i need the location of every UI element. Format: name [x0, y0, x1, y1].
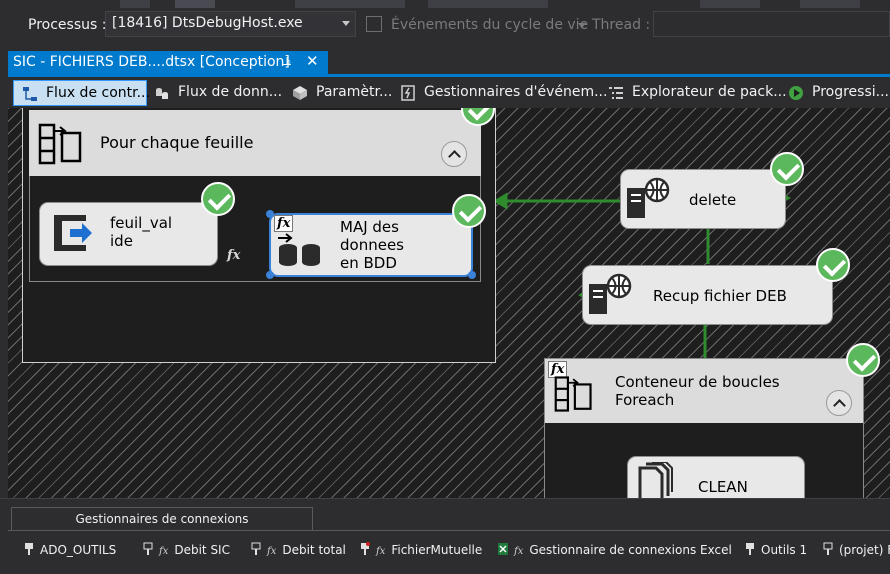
plug-icon	[143, 542, 153, 555]
success-check-icon	[201, 182, 235, 216]
close-icon[interactable]: ✕	[306, 52, 319, 70]
file-system-task-icon	[638, 462, 673, 498]
task-label: feuil_val ide	[110, 214, 173, 250]
success-check-icon	[846, 343, 880, 377]
connection-label: Outils 1	[761, 543, 808, 557]
container-title: Conteneur de boucles Foreach	[615, 373, 780, 409]
connection-item-ado-outils[interactable]: ADO_OUTILS	[24, 542, 116, 560]
chevron-down-icon[interactable]	[578, 23, 586, 28]
connection-label: Debit SIC	[174, 543, 230, 557]
data-flow-icon	[156, 88, 168, 99]
collapse-chevron-icon[interactable]	[441, 141, 467, 167]
constraint-arrow	[493, 192, 508, 210]
connection-label: FichierMutuelle	[391, 543, 483, 557]
plug-icon	[25, 543, 33, 555]
control-flow-icon	[23, 87, 37, 101]
connection-item-projet[interactable]: (projet) F	[823, 542, 890, 560]
expression-fx-icon: fx	[514, 546, 524, 557]
selection-handle[interactable]	[266, 271, 274, 279]
tab-data-flow[interactable]: Flux de donn...	[146, 80, 283, 106]
tab-label: Paramètr...	[316, 84, 393, 100]
collapse-chevron-icon[interactable]	[826, 390, 852, 416]
connection-label: ADO_OUTILS	[40, 543, 117, 557]
process-dropdown[interactable]: [18416] DtsDebugHost.exe	[105, 11, 356, 37]
selection-handle[interactable]	[266, 210, 274, 218]
selection-handle[interactable]	[468, 271, 476, 279]
tab-event-handlers[interactable]: Gestionnaires d'événem...	[392, 80, 607, 106]
plug-icon	[746, 543, 754, 555]
tab-label: Progressi...	[812, 84, 889, 100]
foreach-loop-icon	[38, 123, 82, 165]
process-label: Processus :	[28, 17, 107, 33]
connection-item-excel[interactable]: fx Gestionnaire de connexions Excel	[498, 542, 732, 560]
tab-parameters[interactable]: Paramètr...	[284, 80, 394, 106]
thread-label: Thread :	[592, 17, 651, 33]
tab-label: Explorateur de pack...	[632, 84, 787, 100]
tab-label: Flux de donn...	[178, 84, 283, 100]
toolbar-combo[interactable]	[295, 0, 405, 8]
tab-progress[interactable]: Progressi...	[780, 80, 890, 106]
toolbar-button[interactable]	[700, 0, 760, 8]
expression-fx-icon: fx	[376, 546, 386, 557]
script-task-icon	[54, 215, 92, 251]
excel-icon	[498, 543, 508, 555]
success-check-icon	[452, 194, 486, 228]
task-label: Recup fichier DEB	[653, 287, 787, 305]
thread-dropdown[interactable]	[653, 11, 890, 37]
connection-item-fichier-mutuelle[interactable]: fx FichierMutuelle	[360, 542, 482, 560]
foreach-loop-icon	[554, 376, 592, 412]
document-tab-title: SIC - FICHIERS DEB....dtsx [Conception]	[13, 54, 290, 70]
event-handlers-icon	[401, 85, 415, 101]
expression-fx-icon: fx	[159, 546, 169, 557]
tab-label: Flux de contr...	[46, 85, 150, 101]
ftp-task-icon	[627, 177, 670, 218]
expression-fx-icon: fx	[227, 248, 241, 263]
plug-icon	[251, 542, 261, 555]
parameters-icon	[293, 86, 307, 100]
expression-fx-icon: fx	[267, 546, 277, 557]
pin-icon[interactable]: ⫡	[283, 54, 291, 69]
toolbar-button[interactable]	[120, 0, 150, 8]
task-label: MAJ des donnees en BDD	[340, 218, 404, 272]
container-header[interactable]	[29, 110, 481, 176]
toolbar-button[interactable]	[175, 0, 215, 8]
chevron-down-icon	[342, 21, 350, 26]
connection-item-debit-total[interactable]: fx Debit total	[251, 542, 346, 560]
tab-label: Gestionnaires d'événem...	[424, 84, 608, 100]
success-check-icon	[816, 248, 850, 282]
progress-icon	[789, 86, 803, 100]
toolbar-combo[interactable]	[428, 0, 548, 8]
connection-label: Gestionnaire de connexions Excel	[529, 543, 732, 557]
document-tab[interactable]: SIC - FICHIERS DEB....dtsx [Conception]	[8, 51, 328, 74]
plug-icon	[361, 542, 370, 555]
task-label: delete	[689, 191, 737, 209]
task-label: CLEAN	[698, 478, 748, 496]
divider	[8, 530, 890, 531]
control-flow-canvas[interactable]: Pour chaque feuille feuil_val ide fx fx M…	[8, 108, 890, 498]
ftp-task-icon	[589, 273, 632, 314]
connection-managers-tab[interactable]: Gestionnaires de connexions	[11, 507, 313, 530]
execute-sql-icon	[278, 233, 320, 266]
toolbar-button[interactable]	[800, 0, 860, 8]
lifecycle-events-icon	[366, 16, 382, 32]
lifecycle-events-label[interactable]: Événements du cycle de vie	[391, 17, 588, 33]
package-explorer-icon	[609, 87, 623, 99]
connection-label: (projet) F	[839, 543, 890, 557]
tab-control-flow[interactable]: Flux de contr...	[13, 80, 150, 106]
success-check-icon	[770, 152, 804, 186]
top-toolbar	[0, 0, 890, 8]
connection-item-debit-sic[interactable]: fx Debit SIC	[143, 542, 230, 560]
process-value: [18416] DtsDebugHost.exe	[112, 15, 303, 31]
connection-label: Debit total	[282, 543, 346, 557]
tab-package-explorer[interactable]: Explorateur de pack...	[600, 80, 787, 106]
project-connection-icon	[823, 542, 833, 555]
container-title: Pour chaque feuille	[100, 133, 254, 152]
connection-item-outils-1[interactable]: Outils 1	[745, 542, 807, 560]
